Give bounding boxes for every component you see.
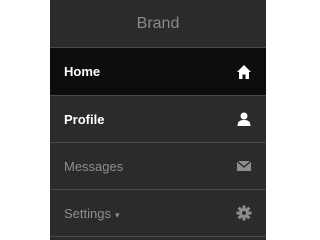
- brand-title[interactable]: Brand: [50, 0, 266, 48]
- envelope-icon: [236, 158, 252, 174]
- nav-item-settings[interactable]: Settings ▾: [50, 190, 266, 237]
- home-icon: [236, 64, 252, 80]
- nav-item-label: Profile: [64, 111, 105, 127]
- nav-item-messages[interactable]: Messages: [50, 143, 266, 190]
- chevron-down-icon: ▾: [114, 209, 120, 220]
- settings-label-text: Settings: [64, 205, 111, 221]
- nav-item-label: Settings ▾: [64, 206, 236, 221]
- nav-item-label: Home: [64, 64, 101, 79]
- nav-item-label: Messages: [64, 158, 124, 174]
- nav-item-home[interactable]: Home: [50, 48, 266, 96]
- nav-item-profile[interactable]: Profile: [50, 96, 266, 143]
- sidebar: Brand Home Profile Messages Settings ▾: [50, 0, 266, 240]
- user-icon: [236, 111, 252, 127]
- gear-icon: [236, 205, 252, 221]
